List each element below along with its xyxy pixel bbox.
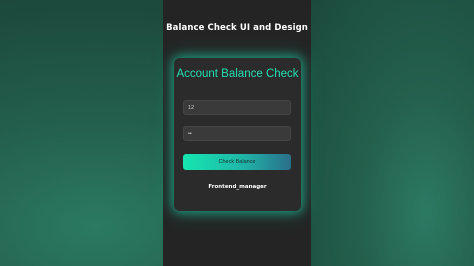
account-number-input[interactable] <box>183 100 291 115</box>
author-credit: Frontend_manager <box>208 184 267 190</box>
check-balance-button[interactable]: Check Balance <box>183 154 291 170</box>
background-right <box>311 0 474 266</box>
pin-input[interactable] <box>183 126 291 141</box>
page-title: Balance Check UI and Design <box>166 23 308 33</box>
card-title: Account Balance Check <box>176 68 299 80</box>
video-frame: Balance Check UI and Design Account Bala… <box>163 0 311 266</box>
balance-check-card: Account Balance Check Check Balance Fron… <box>174 58 301 211</box>
